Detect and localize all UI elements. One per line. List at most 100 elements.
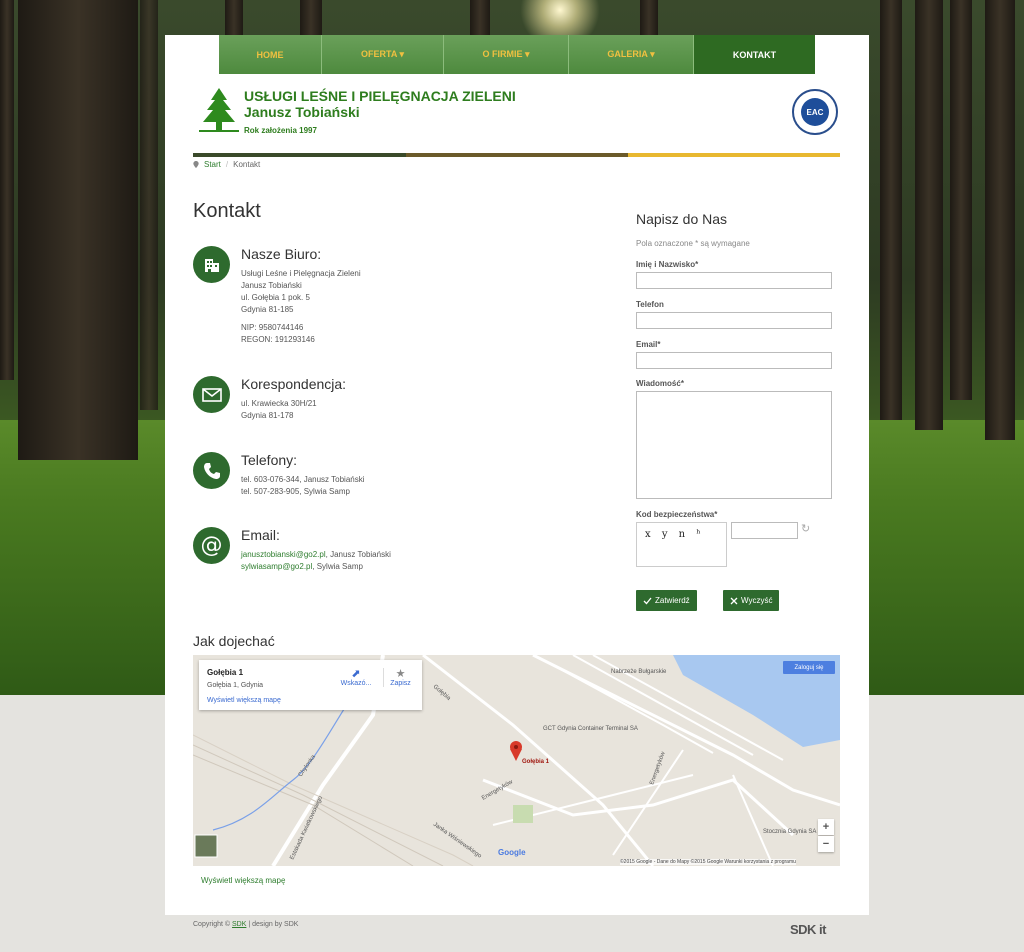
map-label: Nabrzeże Bułgarskie	[611, 669, 667, 675]
sdk-link[interactable]: SDK	[232, 921, 246, 928]
nav-item-kontakt[interactable]: KONTAKT	[694, 35, 815, 74]
map-info-card: Gołębia 1 Gołębia 1, Gdynia Wyświetl wię…	[199, 660, 422, 710]
captcha-input[interactable]	[731, 522, 798, 539]
larger-map-link[interactable]: Wyświetl większą mapę	[201, 876, 285, 885]
refresh-icon[interactable]: ↻	[801, 523, 813, 535]
office-line: Usługi Leśne i Pielęgnacja Zieleni	[241, 269, 361, 278]
tree-trunk	[985, 0, 1015, 440]
save-label: Zapisz	[390, 680, 411, 687]
email-link[interactable]: sylwiasamp@go2.pl	[241, 562, 312, 571]
office-regon: REGON: 191293146	[241, 335, 315, 344]
at-sign-icon: @	[193, 527, 230, 564]
email-title: Email:	[241, 527, 280, 543]
phone-icon	[193, 452, 230, 489]
map-card-title: Gołębia 1	[207, 668, 244, 677]
email-link[interactable]: janusztobianski@go2.pl	[241, 550, 326, 559]
map-section-title: Jak dojechać	[193, 633, 275, 649]
eac-badge-icon[interactable]: EAC	[792, 89, 838, 135]
tree-trunk	[0, 0, 14, 380]
save-button[interactable]: ★ Zapisz	[383, 668, 417, 687]
correspondence-line: ul. Krawiecka 30H/21	[241, 399, 317, 408]
founded-year: Rok założenia 1997	[244, 126, 317, 135]
main-nav: HOME OFERTA ▾ O FIRMIE ▾ GALERIA ▾ KONTA…	[219, 35, 815, 74]
name-field[interactable]	[636, 272, 832, 289]
captcha-label: Kod bezpieczeństwa*	[636, 510, 718, 519]
correspondence-details: ul. Krawiecka 30H/21 Gdynia 81-178	[241, 398, 317, 422]
header-stripe-dark	[193, 153, 406, 157]
map-pin-icon	[193, 161, 199, 168]
clear-button-label: Wyczyść	[741, 596, 773, 605]
map-label: Stocznia Gdynia SA	[763, 829, 816, 835]
breadcrumb-separator: /	[225, 160, 229, 169]
footer-copyright: Copyright © SDK | design by SDK	[193, 921, 298, 928]
email-field[interactable]	[636, 352, 832, 369]
correspondence-line: Gdynia 81-178	[241, 411, 294, 420]
phone-label: Telefon	[636, 300, 664, 309]
form-title: Napisz do Nas	[636, 211, 728, 227]
tree-trunk	[470, 0, 490, 35]
map-marker-label: Gołębia 1	[522, 759, 550, 765]
zoom-in-button[interactable]: +	[818, 819, 834, 835]
tree-trunk	[640, 0, 658, 35]
email-details: janusztobianski@go2.pl, Janusz Tobiański…	[241, 549, 391, 573]
office-details: Usługi Leśne i Pielęgnacja Zieleni Janus…	[241, 268, 361, 346]
phone-field[interactable]	[636, 312, 832, 329]
office-nip: NIP: 9580744146	[241, 323, 304, 332]
check-icon	[643, 597, 652, 604]
company-owner: Janusz Tobiański	[244, 104, 360, 120]
nav-item-home[interactable]: HOME	[219, 35, 322, 74]
map-label: GCT Gdynia Container Terminal SA	[543, 726, 638, 732]
map-signin-button[interactable]: Zaloguj się	[783, 661, 835, 674]
email-owner: , Sylwia Samp	[312, 562, 363, 571]
phone-line: tel. 603-076-344, Janusz Tobiański	[241, 475, 365, 484]
breadcrumb-current: Kontakt	[233, 160, 261, 169]
satellite-thumbnail[interactable]	[194, 834, 218, 858]
breadcrumb-home-link[interactable]: Start	[204, 160, 221, 169]
envelope-icon	[193, 376, 230, 413]
tree-trunk	[225, 0, 243, 35]
email-owner: , Janusz Tobiański	[325, 550, 391, 559]
captcha-image: x y n ʰ	[636, 522, 727, 567]
message-field[interactable]	[636, 391, 832, 499]
design-credit: | design by SDK	[246, 921, 299, 928]
map-attribution: ©2015 Google - Dane do Mapy ©2015 Google…	[620, 859, 796, 865]
tree-trunk	[950, 0, 972, 400]
directions-label: Wskazó...	[340, 680, 372, 687]
submit-button[interactable]: Zatwierdź	[636, 590, 697, 611]
header-stripe-brown	[406, 153, 628, 157]
clear-button[interactable]: Wyczyść	[723, 590, 780, 611]
nav-item-o-firmie[interactable]: O FIRMIE ▾	[444, 35, 569, 74]
tree-logo-icon[interactable]	[197, 86, 241, 136]
header-stripe-gold	[628, 153, 840, 157]
nav-item-galeria[interactable]: GALERIA ▾	[569, 35, 694, 74]
breadcrumb: Start / Kontakt	[193, 160, 260, 169]
tree-trunk	[300, 0, 322, 35]
copyright-prefix: Copyright ©	[193, 921, 233, 928]
message-label: Wiadomość*	[636, 379, 684, 388]
map-card-address: Gołębia 1, Gdynia	[207, 682, 264, 689]
page-title: Kontakt	[193, 200, 261, 222]
office-line: ul. Gołębia 1 pok. 5	[241, 293, 310, 302]
name-label: Imię i Nazwisko*	[636, 260, 699, 269]
email-label: Email*	[636, 340, 661, 349]
phone-line: tel. 507-283-905, Sylwia Samp	[241, 487, 350, 496]
office-title: Nasze Biuro:	[241, 246, 322, 262]
building-icon	[193, 246, 230, 283]
office-line: Gdynia 81-185	[241, 305, 294, 314]
tree-trunk	[18, 0, 138, 460]
tree-trunk	[880, 0, 902, 420]
phones-details: tel. 603-076-344, Janusz Tobiański tel. …	[241, 474, 365, 498]
star-icon: ★	[395, 668, 406, 680]
nav-item-oferta[interactable]: OFERTA ▾	[322, 35, 444, 74]
submit-button-label: Zatwierdź	[655, 596, 690, 605]
office-line: Janusz Tobiański	[241, 281, 302, 290]
directions-button[interactable]: ⬈ Wskazó...	[337, 668, 375, 687]
form-required-note: Pola oznaczone * są wymagane	[636, 239, 750, 248]
zoom-out-button[interactable]: −	[818, 836, 834, 852]
sdk-logo[interactable]: SDK it	[790, 922, 827, 937]
map-card-larger-map-link[interactable]: Wyświetl większą mapę	[207, 697, 281, 704]
close-icon	[730, 597, 738, 604]
directions-icon: ⬈	[351, 668, 361, 680]
svg-text:Google: Google	[498, 848, 526, 857]
tree-trunk	[140, 0, 158, 410]
